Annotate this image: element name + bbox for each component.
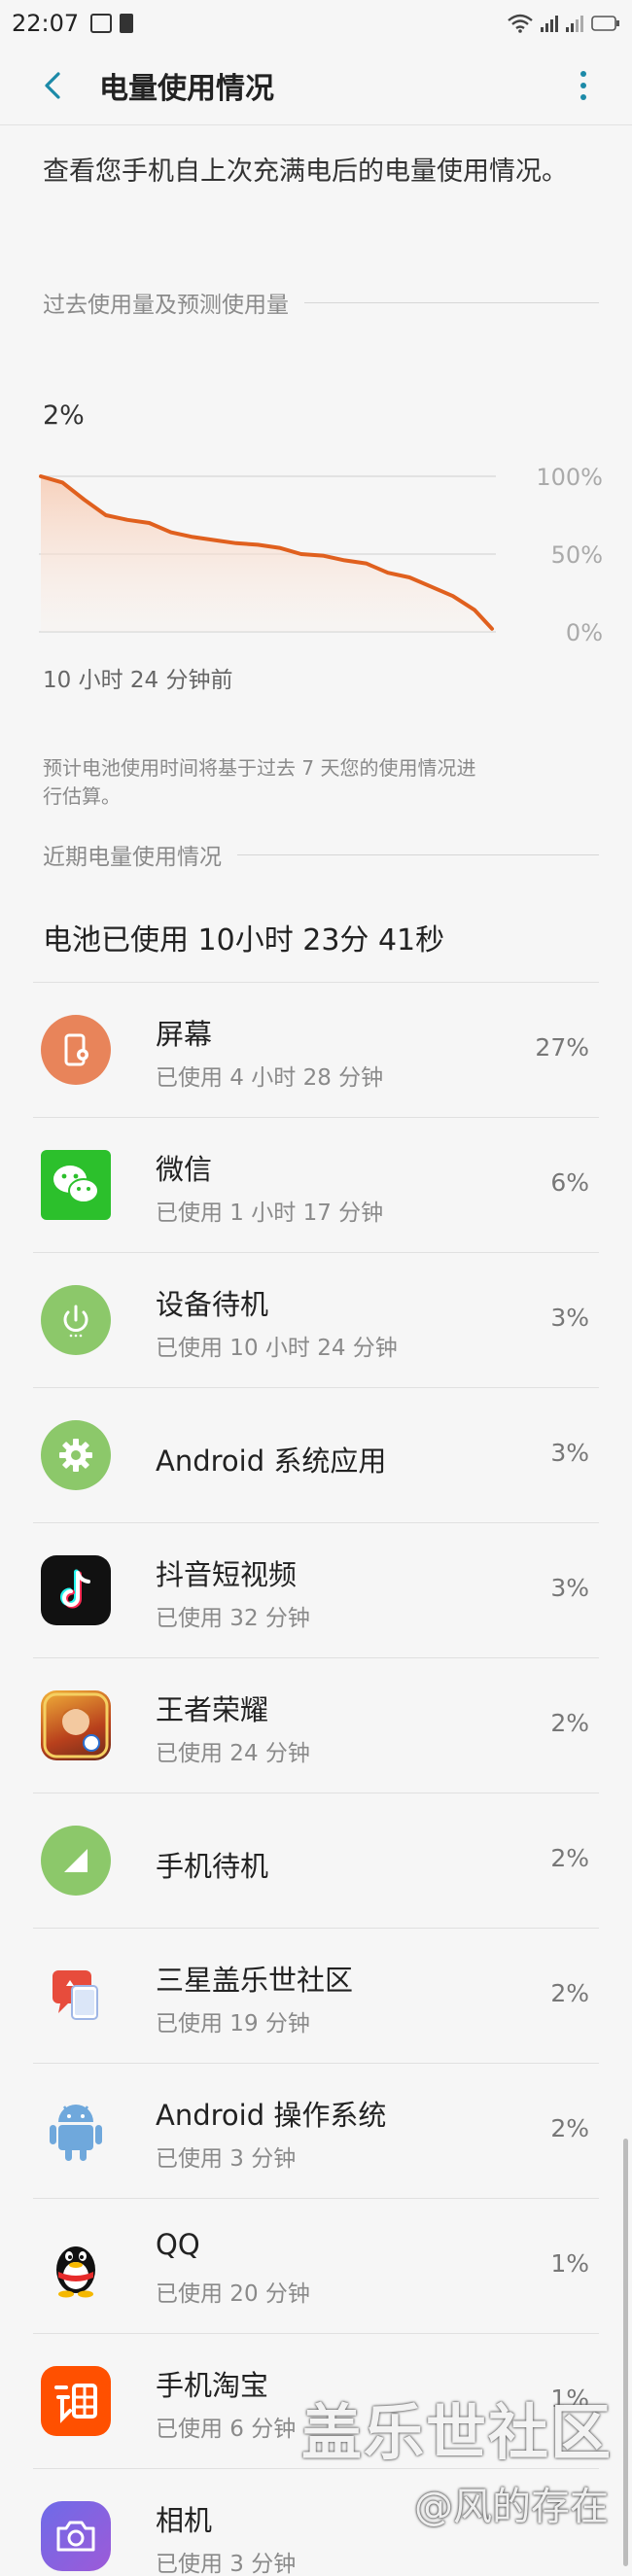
app-name: 抖音短视频: [156, 1558, 298, 1591]
gear-icon: [41, 1420, 111, 1490]
app-percent: 2%: [550, 1979, 589, 2007]
intro-text: 查看您手机自上次充满电后的电量使用情况。: [43, 157, 568, 187]
back-button[interactable]: [23, 56, 82, 115]
list-item[interactable]: Android 系统应用 3%: [33, 1387, 599, 1522]
list-item[interactable]: QQ 已使用 20 分钟 1%: [33, 2198, 599, 2333]
app-usage: 已使用 32 分钟: [156, 1606, 310, 1631]
divider: [0, 124, 632, 125]
app-name: Android 操作系统: [156, 2099, 387, 2132]
app-percent: 2%: [550, 1709, 589, 1737]
history-section-header: 过去使用量及预测使用量: [43, 286, 599, 319]
app-name: 手机待机: [156, 1850, 269, 1883]
app-name: 相机: [156, 2504, 213, 2537]
current-battery-level: 2%: [43, 400, 85, 431]
app-name: QQ: [156, 2228, 200, 2261]
screen-icon: [41, 1015, 111, 1085]
camera-icon: [41, 2501, 111, 2571]
image-notification-icon: [90, 14, 113, 33]
app-percent: 3%: [550, 1304, 589, 1332]
battery-history-chart: 100% 50% 0%: [39, 464, 603, 646]
estimate-footnote: 预计电池使用时间将基于过去 7 天您的使用情况进行估算。: [43, 756, 476, 808]
cell-signal-icon: [541, 15, 558, 32]
recent-section-title: 近期电量使用情况: [43, 845, 222, 870]
page-title: 电量使用情况: [99, 72, 274, 106]
recent-section-header: 近期电量使用情况: [43, 838, 599, 871]
app-name: Android 系统应用: [156, 1445, 387, 1478]
community-icon: [41, 1961, 111, 2031]
chart-x-label: 10 小时 24 分钟前: [43, 668, 233, 693]
app-percent: 3%: [550, 1574, 589, 1602]
list-item[interactable]: 微信 已使用 1 小时 17 分钟 6%: [33, 1117, 599, 1252]
android-icon: [41, 2096, 111, 2166]
signal-icon: [41, 1826, 111, 1896]
scrollbar[interactable]: [623, 2139, 628, 2566]
app-percent: 6%: [550, 1168, 589, 1197]
taobao-icon: [41, 2366, 111, 2436]
more-dot-icon: [580, 71, 586, 77]
list-item[interactable]: 王者荣耀 已使用 24 分钟 2%: [33, 1657, 599, 1793]
section-divider: [304, 301, 599, 303]
status-bar: 22:07: [0, 0, 632, 47]
app-name: 设备待机: [156, 1288, 269, 1321]
app-percent: 2%: [550, 2114, 589, 2142]
game-icon: [41, 1690, 111, 1760]
list-item[interactable]: 手机待机 2%: [33, 1793, 599, 1928]
watermark-title: 盖乐世社区: [300, 2397, 613, 2468]
battery-used-time: 电池已使用 10小时 23分 41秒: [43, 923, 445, 957]
alert-notification-icon: [120, 14, 134, 33]
app-usage: 已使用 3 分钟: [156, 2146, 297, 2172]
app-name: 屏幕: [156, 1018, 213, 1051]
app-usage-list: 屏幕 已使用 4 小时 28 分钟 27% 微信 已使用 1 小时 17 分钟 …: [33, 982, 599, 2576]
list-item[interactable]: Android 操作系统 已使用 3 分钟 2%: [33, 2063, 599, 2198]
app-name: 王者荣耀: [156, 1693, 269, 1726]
list-item[interactable]: 三星盖乐世社区 已使用 19 分钟 2%: [33, 1928, 599, 2063]
history-section-title: 过去使用量及预测使用量: [43, 293, 289, 318]
list-item[interactable]: 抖音短视频 已使用 32 分钟 3%: [33, 1522, 599, 1657]
battery-icon: [591, 16, 619, 31]
app-usage: 已使用 4 小时 28 分钟: [156, 1065, 384, 1091]
more-options-button[interactable]: [564, 64, 603, 107]
qq-icon: [41, 2231, 111, 2301]
watermark-handle: @风的存在: [414, 2485, 609, 2529]
chart-y-tick-label: 100%: [536, 464, 603, 491]
app-usage: 已使用 19 分钟: [156, 2011, 310, 2036]
app-usage: 已使用 20 分钟: [156, 2281, 310, 2307]
app-percent: 3%: [550, 1439, 589, 1467]
cell-signal-2-icon: [566, 15, 583, 32]
app-percent: 1%: [550, 2249, 589, 2278]
list-item[interactable]: 屏幕 已使用 4 小时 28 分钟 27%: [33, 982, 599, 1117]
app-usage: 已使用 24 分钟: [156, 1741, 310, 1766]
app-percent: 27%: [535, 1033, 589, 1062]
wifi-icon: [508, 14, 533, 33]
app-percent: 2%: [550, 1844, 589, 1872]
app-usage: 已使用 10 小时 24 分钟: [156, 1336, 398, 1361]
more-dot-icon: [580, 94, 586, 100]
app-name: 手机淘宝: [156, 2369, 269, 2402]
app-usage: 已使用 6 分钟: [156, 2417, 297, 2442]
chart-y-tick-label: 50%: [551, 541, 603, 569]
app-bar: 电量使用情况: [0, 47, 632, 124]
app-name: 微信: [156, 1153, 213, 1186]
status-time: 22:07: [12, 10, 80, 37]
app-usage: 已使用 3 分钟: [156, 2552, 297, 2576]
power-icon: [41, 1285, 111, 1355]
more-dot-icon: [580, 83, 586, 88]
douyin-icon: [41, 1555, 111, 1625]
app-usage: 已使用 1 小时 17 分钟: [156, 1201, 384, 1226]
wechat-icon: [41, 1150, 111, 1220]
section-divider: [237, 853, 599, 855]
status-indicators: [508, 14, 620, 33]
list-item[interactable]: 设备待机 已使用 10 小时 24 分钟 3%: [33, 1252, 599, 1387]
back-arrow-icon: [45, 72, 60, 99]
app-name: 三星盖乐世社区: [156, 1964, 354, 1997]
chart-y-tick-label: 0%: [566, 619, 603, 646]
